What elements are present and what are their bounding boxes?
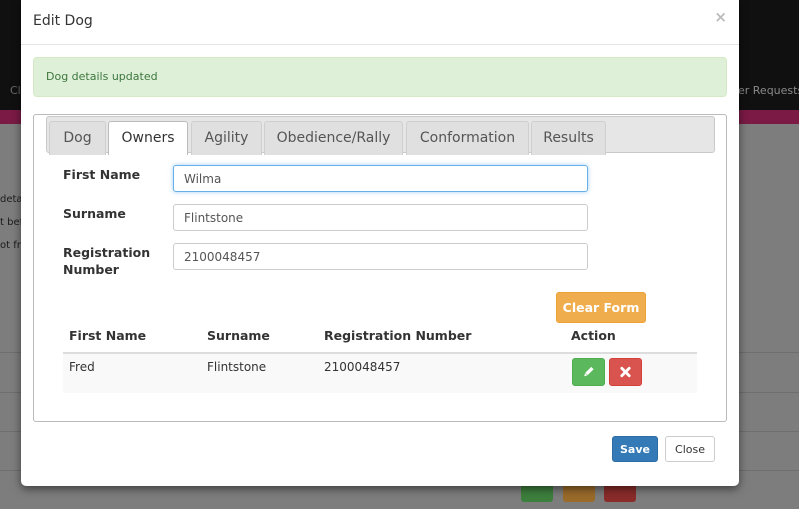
column-header-registration-number: Registration Number [324,328,472,343]
registration-number-input[interactable] [173,243,588,270]
edit-dog-modal: Edit Dog × Dog details updated Dog Owner… [21,0,739,486]
tab-results[interactable]: Results [531,121,606,155]
delete-owner-button[interactable] [609,358,642,386]
tab-agility[interactable]: Agility [191,121,262,155]
tab-obedience-rally[interactable]: Obedience/Rally [264,121,403,155]
clear-form-button[interactable]: Clear Form [556,292,646,323]
close-button[interactable]: Close [665,436,715,462]
modal-title: Edit Dog [33,13,93,29]
background-text: deta [0,194,22,205]
tab-owners[interactable]: Owners [108,121,188,155]
tab-conformation[interactable]: Conformation [406,121,529,155]
first-name-input[interactable] [173,165,588,192]
column-header-action: Action [571,328,616,343]
registration-label-line: Registration [63,245,151,260]
column-header-first-name: First Name [69,328,147,343]
registration-number-label: Registration Number [63,244,150,278]
background-text: ot fr [0,240,21,251]
close-icon[interactable]: × [714,8,727,26]
background-nav-item-requests: er Requests [738,84,799,97]
edit-owner-button[interactable] [572,358,605,386]
success-alert: Dog details updated [33,57,727,97]
tab-panel: Dog Owners Agility Obedience/Rally Confo… [33,114,727,422]
tab-bar: Dog Owners Agility Obedience/Rally Confo… [46,116,715,155]
registration-label-line: Number [63,262,119,277]
background-text: t bef [0,217,22,228]
background-nav-item: Cl [10,84,21,97]
modal-header: Edit Dog × [21,0,739,45]
first-name-label: First Name [63,167,141,182]
owner-surname: Flintstone [207,360,267,374]
surname-label: Surname [63,206,126,221]
save-button[interactable]: Save [612,436,658,462]
owner-first-name: Fred [69,360,95,374]
surname-input[interactable] [173,204,588,231]
tab-dog[interactable]: Dog [49,121,106,155]
column-header-surname: Surname [207,328,270,343]
close-icon [620,366,631,378]
owner-registration-number: 2100048457 [324,360,401,374]
pencil-icon [584,366,594,377]
